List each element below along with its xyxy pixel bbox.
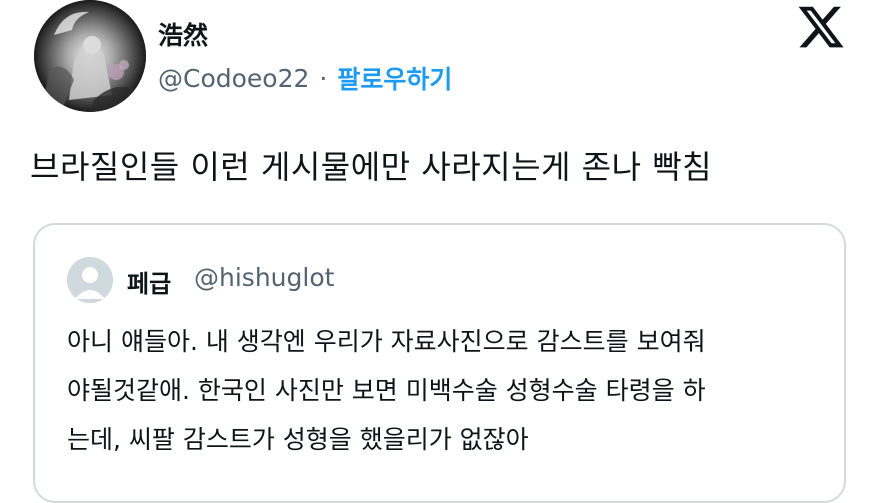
quoted-text-line: 는데, 씨팔 감스트가 성형을 했을리가 없잖아 xyxy=(67,425,529,454)
quoted-handle[interactable]: @hishuglot xyxy=(194,263,334,292)
author-handle-row: @Codoeo22 · 팔로우하기 xyxy=(158,60,452,96)
separator-dot: · xyxy=(319,63,328,93)
tweet-text: 브라질인들 이런 게시물에만 사라지는게 존나 빡침 xyxy=(30,148,713,186)
author-display-name[interactable]: 浩然 xyxy=(158,16,208,52)
follow-button[interactable]: 팔로우하기 xyxy=(337,60,452,96)
quoted-display-name[interactable]: 페급 xyxy=(127,264,171,299)
quoted-tweet-card[interactable]: 페급 @hishuglot 아니 얘들아. 내 생각엔 우리가 자료사진으로 감… xyxy=(33,223,846,503)
quoted-tweet-text: 아니 얘들아. 내 생각엔 우리가 자료사진으로 감스트를 보여줘 야될것같애.… xyxy=(67,317,827,464)
default-avatar-icon[interactable] xyxy=(67,257,113,303)
quoted-text-line: 야될것같애. 한국인 사진만 보면 미백수술 성형수술 타령을 하 xyxy=(67,376,706,405)
author-handle[interactable]: @Codoeo22 xyxy=(158,64,309,93)
author-avatar-image xyxy=(34,0,146,112)
quoted-text-line: 아니 얘들아. 내 생각엔 우리가 자료사진으로 감스트를 보여줘 xyxy=(67,327,706,356)
x-logo-icon[interactable] xyxy=(796,2,846,52)
author-avatar[interactable] xyxy=(34,0,146,112)
